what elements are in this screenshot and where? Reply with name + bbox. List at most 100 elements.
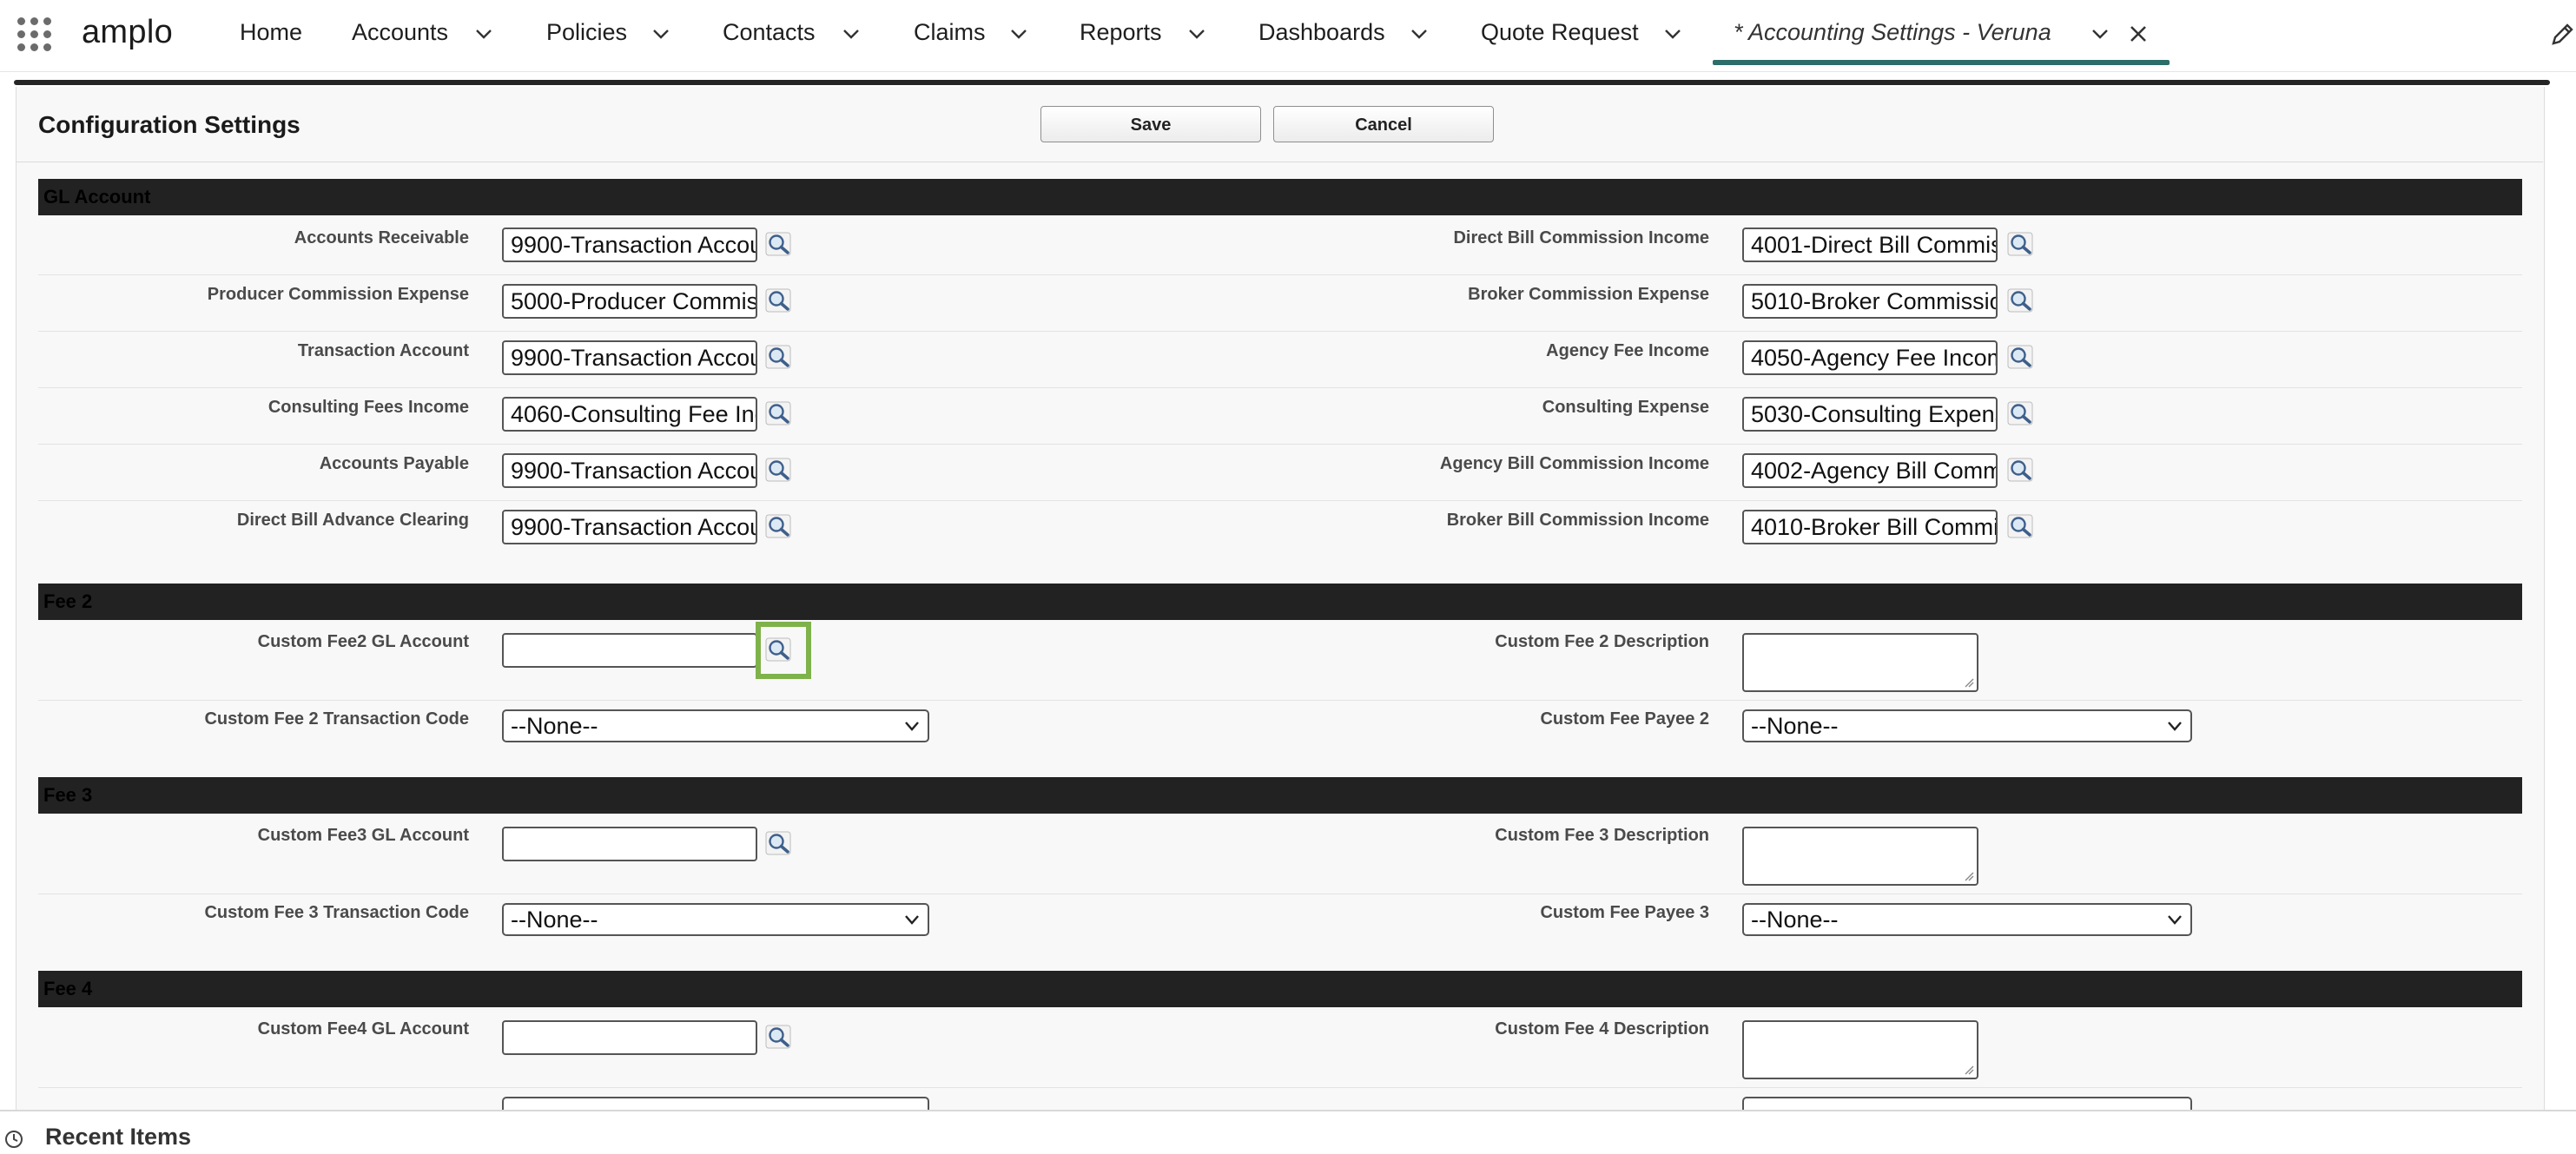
lookup-search-icon[interactable]: [2006, 399, 2036, 428]
custom-fee-3-description-textarea[interactable]: [1742, 827, 1978, 886]
nav-item-dashboards[interactable]: Dashboards: [1258, 19, 1385, 46]
close-icon[interactable]: [2128, 23, 2149, 44]
direct-bill-commission-income-input[interactable]: 4001-Direct Bill Commission Income: [1742, 228, 1998, 262]
lookup-search-icon[interactable]: [764, 455, 794, 485]
chevron-down-icon[interactable]: [1187, 24, 1206, 43]
lookup-search-icon[interactable]: [2006, 511, 2036, 541]
app-launcher-icon[interactable]: [16, 16, 54, 54]
lookup-search-icon[interactable]: [764, 828, 794, 858]
custom-fee-2-description-textarea[interactable]: [1742, 633, 1978, 692]
consulting-expense-input[interactable]: 5030-Consulting Expense: [1742, 397, 1998, 432]
select-value: --None--: [1751, 907, 1839, 933]
field-label: Custom Fee 4 Description: [1495, 1019, 1709, 1039]
field-label: Direct Bill Commission Income: [1453, 228, 1709, 247]
consulting-fees-income-input[interactable]: 4060-Consulting Fee Income: [502, 397, 757, 432]
field-label: Direct Bill Advance Clearing: [236, 511, 469, 530]
lookup-search-icon[interactable]: [764, 511, 794, 541]
row-divider: [38, 444, 2522, 445]
custom-fee4-gl-account-input[interactable]: [502, 1020, 757, 1055]
lookup-search-icon[interactable]: [764, 635, 794, 664]
chevron-down-icon: [905, 915, 919, 925]
custom-fee-2-transaction-code-select[interactable]: --None--: [502, 709, 929, 742]
agency-bill-commission-income-input[interactable]: 4002-Agency Bill Commission Income: [1742, 453, 1998, 488]
chevron-down-icon: [2168, 722, 2182, 731]
field-label: Accounts Receivable: [294, 228, 469, 247]
field-label: Consulting Expense: [1542, 398, 1709, 417]
nav-item-home[interactable]: Home: [240, 19, 302, 46]
section-header-gl-account: GL Account: [38, 179, 2522, 215]
chevron-down-icon: [905, 722, 919, 731]
field-label: Custom Fee 2 Transaction Code: [204, 709, 469, 729]
producer-commission-expense-input[interactable]: 5000-Producer Commission Expense: [502, 284, 757, 319]
nav-item-contacts[interactable]: Contacts: [723, 19, 816, 46]
app-name: amplo: [82, 14, 173, 50]
chevron-down-icon[interactable]: [2091, 24, 2110, 43]
field-label: Custom Fee 2 Description: [1495, 632, 1709, 651]
custom-fee-payee-3-select[interactable]: --None--: [1742, 903, 2192, 936]
field-label: Consulting Fees Income: [268, 398, 469, 417]
chevron-down-icon[interactable]: [1410, 24, 1429, 43]
lookup-search-icon[interactable]: [764, 399, 794, 428]
row-divider: [38, 387, 2522, 388]
global-nav: amplo Home Accounts Policies Contacts Cl…: [0, 0, 2576, 72]
nav-item-policies[interactable]: Policies: [546, 19, 627, 46]
agency-fee-income-input[interactable]: 4050-Agency Fee Income: [1742, 340, 1998, 375]
lookup-search-icon[interactable]: [2006, 286, 2036, 315]
select-value: --None--: [1751, 713, 1839, 739]
row-divider: [38, 1087, 2522, 1088]
nav-item-claims[interactable]: Claims: [914, 19, 986, 46]
section-header-fee-3: Fee 3: [38, 777, 2522, 814]
transaction-account-input[interactable]: 9900-Transaction Account: [502, 340, 757, 375]
broker-bill-commission-income-input[interactable]: 4010-Broker Bill Commission Income: [1742, 510, 1998, 544]
field-label: Broker Bill Commission Income: [1446, 511, 1709, 530]
lookup-search-icon[interactable]: [764, 342, 794, 372]
lookup-search-icon[interactable]: [2006, 229, 2036, 259]
chevron-down-icon[interactable]: [651, 24, 670, 43]
select-value: --None--: [511, 907, 598, 933]
section-header-fee-4: Fee 4: [38, 971, 2522, 1007]
field-label: Accounts Payable: [319, 454, 469, 473]
field-label: Custom Fee4 GL Account: [257, 1019, 469, 1039]
custom-fee2-gl-account-input[interactable]: [502, 633, 757, 668]
field-label: Agency Bill Commission Income: [1439, 454, 1709, 473]
row-divider: [38, 331, 2522, 332]
nav-item-quote-request[interactable]: Quote Request: [1481, 19, 1639, 46]
select-value: --None--: [511, 713, 598, 739]
chevron-down-icon[interactable]: [842, 24, 861, 43]
field-label: Custom Fee Payee 3: [1540, 903, 1709, 922]
tab-accounting-settings[interactable]: * Accounting Settings - Veruna: [1734, 19, 2051, 46]
nav-item-reports[interactable]: Reports: [1080, 19, 1162, 46]
utility-bar: Recent Items: [0, 1110, 2576, 1150]
broker-commission-expense-input[interactable]: 5010-Broker Commission Expense: [1742, 284, 1998, 319]
chevron-down-icon: [2168, 915, 2182, 925]
page-title: Configuration Settings: [38, 111, 301, 138]
field-label: Custom Fee3 GL Account: [257, 826, 469, 845]
chevron-down-icon[interactable]: [1663, 24, 1682, 43]
save-button[interactable]: Save: [1040, 106, 1261, 142]
chevron-down-icon[interactable]: [474, 24, 493, 43]
field-label: Agency Fee Income: [1546, 341, 1709, 360]
custom-fee-4-description-textarea[interactable]: [1742, 1020, 1978, 1079]
custom-fee3-gl-account-input[interactable]: [502, 827, 757, 861]
accounts-receivable-input[interactable]: 9900-Transaction Account: [502, 228, 757, 262]
row-divider: [38, 500, 2522, 501]
recent-items-icon[interactable]: [3, 1129, 24, 1150]
nav-item-accounts[interactable]: Accounts: [352, 19, 448, 46]
lookup-search-icon[interactable]: [764, 1022, 794, 1052]
custom-fee-payee-2-select[interactable]: --None--: [1742, 709, 2192, 742]
page-header-rule: [14, 80, 2550, 85]
edit-pencil-icon[interactable]: [2550, 21, 2576, 47]
accounts-payable-input[interactable]: 9900-Transaction Account: [502, 453, 757, 488]
lookup-search-icon[interactable]: [764, 286, 794, 315]
lookup-search-icon[interactable]: [2006, 455, 2036, 485]
custom-fee-3-transaction-code-select[interactable]: --None--: [502, 903, 929, 936]
direct-bill-advance-clearing-input[interactable]: 9900-Transaction Account: [502, 510, 757, 544]
lookup-search-icon[interactable]: [2006, 342, 2036, 372]
field-label: Custom Fee 3 Transaction Code: [204, 903, 469, 922]
lookup-search-icon[interactable]: [764, 229, 794, 259]
chevron-down-icon[interactable]: [1009, 24, 1028, 43]
cancel-button[interactable]: Cancel: [1273, 106, 1494, 142]
field-label: Producer Commission Expense: [207, 285, 469, 304]
field-label: Broker Commission Expense: [1468, 285, 1709, 304]
active-tab-indicator: [1713, 60, 2170, 65]
